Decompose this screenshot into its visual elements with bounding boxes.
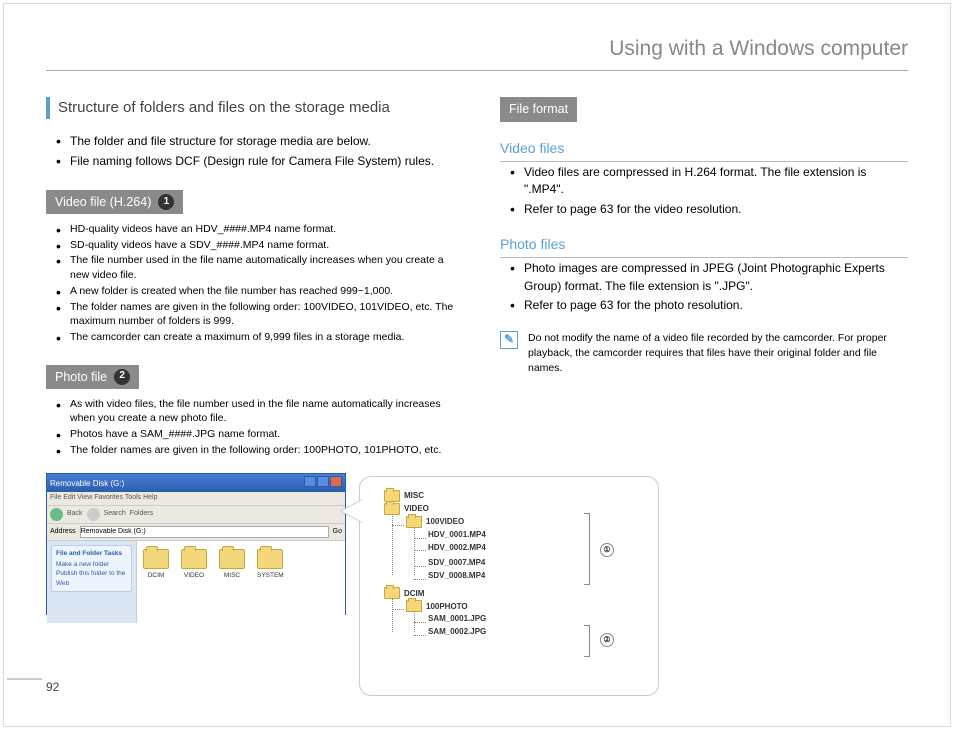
address-input xyxy=(80,526,329,538)
list-item: As with video files, the file number use… xyxy=(56,397,454,426)
note-block: ✎ Do not modify the name of a video file… xyxy=(500,331,908,377)
brace-label-one: ① xyxy=(600,543,614,557)
brace-label-two: ② xyxy=(600,633,614,647)
tree-node: DCIM xyxy=(384,587,650,599)
list-item: SD-quality videos have a SDV_####.MP4 na… xyxy=(56,238,454,253)
folder-label: DCIM xyxy=(148,571,165,580)
list-item: Photo images are compressed in JPEG (Joi… xyxy=(510,260,908,295)
folder-item: SYSTEM xyxy=(257,549,284,580)
list-item: Photos have a SAM_####.JPG name format. xyxy=(56,427,454,442)
list-item: The folder names are given in the follow… xyxy=(56,300,454,329)
tree-label: 100PHOTO xyxy=(426,601,468,613)
list-item: Refer to page 63 for the video resolutio… xyxy=(510,201,908,218)
tasks-panel: File and Folder Tasks Make a new folder … xyxy=(51,545,132,593)
note-text: Do not modify the name of a video file r… xyxy=(528,331,908,377)
explorer-toolbar: Back Search Folders xyxy=(47,505,345,524)
explorer-sidebar: File and Folder Tasks Make a new folder … xyxy=(47,541,137,623)
task-item: Make a new folder xyxy=(56,560,127,569)
back-label: Back xyxy=(67,509,83,519)
video-files-list: Video files are compressed in H.264 form… xyxy=(510,164,908,218)
photo-file-tag: Photo file 2 xyxy=(46,365,139,389)
explorer-screenshot: Removable Disk (G:) File Edit View Favor… xyxy=(46,473,346,615)
tree-file: SDV_0007.MP4 xyxy=(428,557,650,569)
page-number: 92 xyxy=(46,679,59,696)
folder-icon xyxy=(181,549,207,569)
tree-children: SAM_0001.JPG SAM_0002.JPG xyxy=(428,613,650,637)
list-item: The file number used in the file name au… xyxy=(56,253,454,282)
tasks-header: File and Folder Tasks xyxy=(56,549,127,558)
folder-item: VIDEO xyxy=(181,549,207,580)
tree-file: SAM_0001.JPG xyxy=(428,613,650,625)
tree-node: MISC xyxy=(384,490,650,502)
explorer-menu: File Edit View Favorites Tools Help xyxy=(47,492,345,504)
tree-children: 100PHOTO SAM_0001.JPG SAM_0002.JPG xyxy=(406,600,650,637)
folder-icon xyxy=(219,549,245,569)
task-item: Publish this folder to the Web xyxy=(56,569,127,588)
structure-heading: Structure of folders and files on the st… xyxy=(46,97,454,119)
folder-icon xyxy=(143,549,169,569)
list-item: HD-quality videos have an HDV_####.MP4 n… xyxy=(56,222,454,237)
list-item: Video files are compressed in H.264 form… xyxy=(510,164,908,199)
list-item: The folder names are given in the follow… xyxy=(56,443,454,458)
tree-node: VIDEO xyxy=(384,503,650,515)
close-icon xyxy=(330,476,342,487)
explorer-body: File and Folder Tasks Make a new folder … xyxy=(47,541,345,623)
explorer-address-bar: Address Go xyxy=(47,524,345,541)
list-item: The camcorder can create a maximum of 9,… xyxy=(56,330,454,345)
folder-tree-diagram: MISC VIDEO 100VIDEO HDV_0001.MP4 HDV_000… xyxy=(359,476,659,696)
brace-icon xyxy=(584,625,590,657)
tree-file: SDV_0008.MP4 xyxy=(428,570,650,582)
window-buttons xyxy=(303,476,342,491)
explorer-content: DCIM VIDEO MISC SYSTEM xyxy=(137,541,345,623)
note-icon: ✎ xyxy=(500,331,518,349)
file-format-tag: File format xyxy=(500,97,577,121)
page-title: Using with a Windows computer xyxy=(46,34,908,71)
intro-item: The folder and file structure for storag… xyxy=(56,133,454,150)
photo-file-list: As with video files, the file number use… xyxy=(56,397,454,458)
tree-file: SAM_0002.JPG xyxy=(428,626,650,638)
callout-arrow-icon xyxy=(340,499,362,523)
photo-files-list: Photo images are compressed in JPEG (Joi… xyxy=(510,260,908,314)
go-label: Go xyxy=(333,527,342,537)
video-file-tag: Video file (H.264) 1 xyxy=(46,190,183,214)
tree-node: 100PHOTO xyxy=(406,600,650,612)
photo-files-heading: Photo files xyxy=(500,234,908,258)
brace-icon xyxy=(584,513,590,585)
video-file-list: HD-quality videos have an HDV_####.MP4 n… xyxy=(56,222,454,345)
tree-children: HDV_0001.MP4 HDV_0002.MP4 SDV_0007.MP4 S… xyxy=(428,529,650,581)
folders-label: Folders xyxy=(130,509,153,519)
minimize-icon xyxy=(304,476,316,487)
video-file-tag-label: Video file (H.264) xyxy=(55,193,151,211)
folder-label: MISC xyxy=(224,571,240,580)
tree-file: HDV_0001.MP4 xyxy=(428,529,650,541)
tree-label: 100VIDEO xyxy=(426,516,464,528)
folder-item: MISC xyxy=(219,549,245,580)
folder-item: DCIM xyxy=(143,549,169,580)
folder-label: SYSTEM xyxy=(257,571,284,580)
search-label: Search xyxy=(104,509,126,519)
tree-label: MISC xyxy=(404,490,424,502)
tree-file: HDV_0002.MP4 xyxy=(428,542,650,554)
folder-icon xyxy=(257,549,283,569)
circled-one-icon: 1 xyxy=(158,194,174,210)
video-files-heading: Video files xyxy=(500,138,908,162)
intro-item: File naming follows DCF (Design rule for… xyxy=(56,153,454,170)
explorer-titlebar: Removable Disk (G:) xyxy=(47,474,345,492)
explorer-title: Removable Disk (G:) xyxy=(50,478,124,490)
photo-file-tag-label: Photo file xyxy=(55,368,107,386)
forward-icon xyxy=(87,508,100,521)
manual-page: Using with a Windows computer Structure … xyxy=(3,3,951,727)
circled-two-icon: 2 xyxy=(114,369,130,385)
list-item: Refer to page 63 for the photo resolutio… xyxy=(510,297,908,314)
maximize-icon xyxy=(317,476,329,487)
intro-list: The folder and file structure for storag… xyxy=(56,133,454,170)
page-number-rule xyxy=(7,678,42,680)
address-label: Address xyxy=(50,527,76,537)
folder-label: VIDEO xyxy=(184,571,204,580)
back-icon xyxy=(50,508,63,521)
tree-node: 100VIDEO xyxy=(406,516,650,528)
list-item: A new folder is created when the file nu… xyxy=(56,284,454,299)
